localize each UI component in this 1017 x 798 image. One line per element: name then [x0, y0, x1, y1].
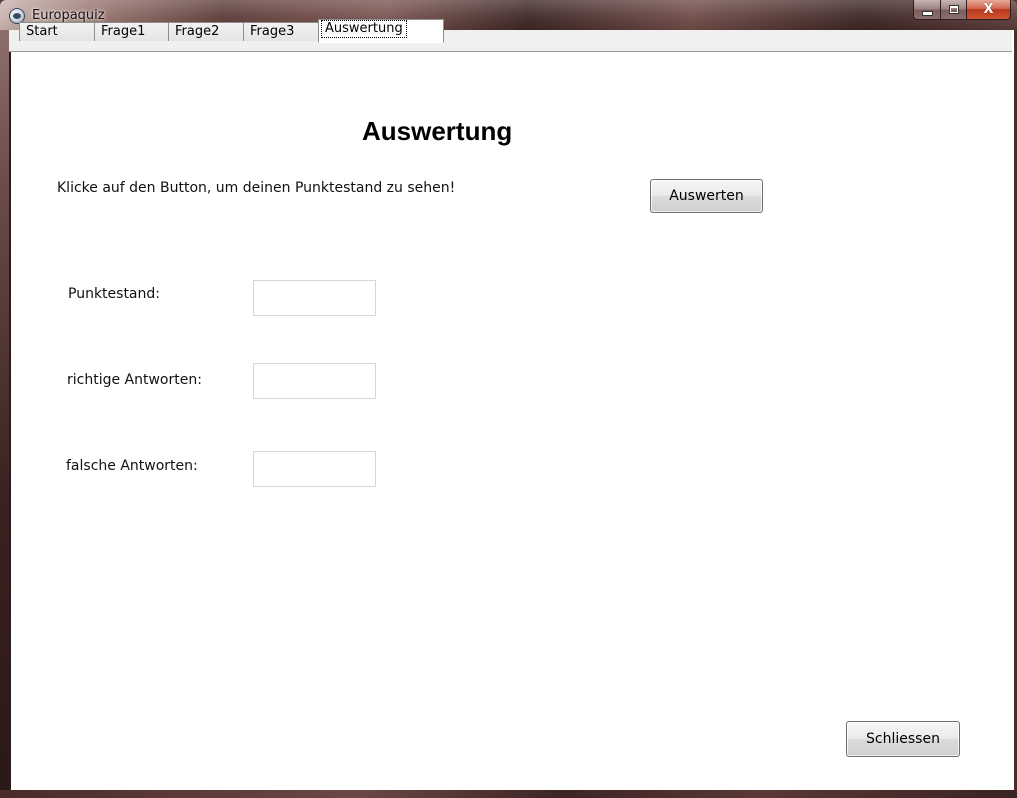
correct-answers-label: richtige Antworten: [67, 372, 202, 388]
close-window-button[interactable]: X [966, 0, 1011, 20]
schliessen-button[interactable]: Schliessen [846, 721, 960, 757]
score-field[interactable] [253, 280, 376, 316]
app-window: Europaquiz X Start Frage1 Frage2 Frage3 … [0, 0, 1017, 798]
page-title: Auswertung [362, 116, 513, 146]
auswerten-button[interactable]: Auswerten [650, 179, 763, 213]
window-title: Europaquiz [32, 8, 105, 23]
tab-frage2[interactable]: Frage2 [168, 22, 244, 41]
wrong-answers-field[interactable] [253, 451, 376, 487]
window-controls: X [913, 0, 1011, 21]
wrong-answers-label: falsche Antworten: [66, 458, 198, 474]
maximize-icon [948, 5, 959, 14]
instruction-text: Klicke auf den Button, um deinen Punktes… [57, 180, 456, 196]
tab-auswertung[interactable]: Auswertung [318, 19, 444, 43]
maximize-button[interactable] [940, 0, 966, 20]
minimize-button[interactable] [913, 0, 940, 20]
window-left-border [0, 30, 9, 798]
tab-auswertung-label: Auswertung [321, 20, 407, 38]
minimize-icon [921, 10, 933, 16]
tab-frage1[interactable]: Frage1 [94, 22, 169, 41]
tab-frage3[interactable]: Frage3 [243, 22, 319, 41]
window-bottom-border [0, 790, 1017, 798]
correct-answers-field[interactable] [253, 363, 376, 399]
score-label: Punktestand: [68, 286, 160, 302]
tab-start[interactable]: Start [19, 22, 95, 41]
close-icon: X [983, 2, 994, 17]
